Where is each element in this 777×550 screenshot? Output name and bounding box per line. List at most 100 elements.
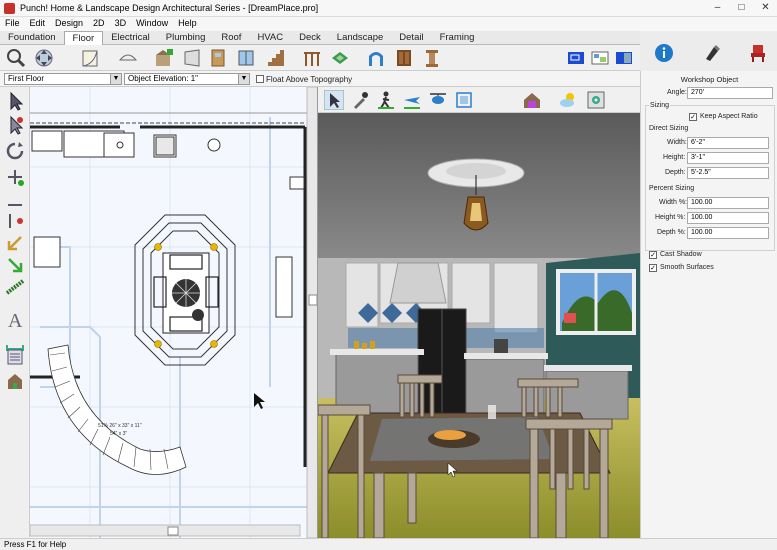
angle-field[interactable]: 270' xyxy=(687,87,773,99)
break-line-icon[interactable] xyxy=(5,211,25,231)
arch-opening-icon[interactable] xyxy=(366,48,386,68)
menu-2d[interactable]: 2D xyxy=(88,17,110,28)
svg-text:A: A xyxy=(8,310,23,329)
chevron-down-icon: ▼ xyxy=(110,74,121,84)
window-title: Punch! Home & Landscape Design Architect… xyxy=(20,3,319,13)
smooth-surfaces-checkbox[interactable]: ✓ xyxy=(649,264,657,272)
keep-aspect-ratio-label: Keep Aspect Ratio xyxy=(700,113,758,120)
split-view-icon[interactable] xyxy=(614,48,634,68)
resize-arrow-alt-icon[interactable] xyxy=(5,255,25,275)
app-icon xyxy=(4,3,15,14)
flooring-icon[interactable] xyxy=(330,48,350,68)
menu-window[interactable]: Window xyxy=(131,17,173,28)
house-render-icon[interactable] xyxy=(522,90,542,110)
plan-view-2d[interactable]: 51% 26" x 33" x 11" 54" x 3" xyxy=(30,87,318,538)
menu-bar: File Edit Design 2D 3D Window Help xyxy=(0,17,777,31)
chair-icon[interactable] xyxy=(748,43,768,63)
close-button[interactable]: ✕ xyxy=(758,2,773,14)
width-label: Width: xyxy=(667,139,687,146)
tab-roof[interactable]: Roof xyxy=(213,31,249,45)
magnifier-icon[interactable] xyxy=(6,48,26,68)
depth-percent-label: Depth %: xyxy=(657,229,686,236)
tab-foundation[interactable]: Foundation xyxy=(0,31,64,45)
tab-plumbing[interactable]: Plumbing xyxy=(158,31,214,45)
pen-tool-icon[interactable] xyxy=(702,43,722,63)
fly-through-icon[interactable] xyxy=(402,90,422,110)
render-settings-icon[interactable] xyxy=(586,90,606,110)
maximize-button[interactable]: □ xyxy=(734,2,749,14)
railing-icon[interactable] xyxy=(302,48,322,68)
status-bar: Press F1 for Help xyxy=(0,538,777,550)
height-percent-field[interactable]: 100.00 xyxy=(687,212,769,224)
tab-hvac[interactable]: HVAC xyxy=(249,31,291,45)
fence-tool-icon[interactable] xyxy=(5,277,25,297)
pan-icon[interactable] xyxy=(34,48,54,68)
height-percent-label: Height %: xyxy=(655,214,686,221)
select-arrow-icon[interactable] xyxy=(5,91,25,111)
properties-panel: Workshop Object Angle: 270' Sizing ✓ Kee… xyxy=(640,71,777,538)
view-3d[interactable] xyxy=(318,113,640,538)
window-arch-icon[interactable] xyxy=(118,48,138,68)
minimize-button[interactable]: – xyxy=(710,2,725,14)
tab-detail[interactable]: Detail xyxy=(391,31,431,45)
height-label: Height: xyxy=(663,154,686,161)
menu-help[interactable]: Help xyxy=(173,17,202,28)
door-icon[interactable] xyxy=(208,48,228,68)
door-swing-icon[interactable] xyxy=(80,48,100,68)
house-tool-icon[interactable] xyxy=(5,371,25,391)
cabinet-icon[interactable] xyxy=(394,48,414,68)
width-percent-label: Width %: xyxy=(659,199,688,206)
cast-shadow-checkbox[interactable]: ✓ xyxy=(649,251,657,259)
resize-arrow-icon[interactable] xyxy=(5,233,25,253)
object-elevation-label: Object Elevation: 1" xyxy=(128,74,198,83)
floor-plan-drawing: 51% 26" x 33" x 11" 54" x 3" xyxy=(30,87,317,538)
eyedropper-icon[interactable] xyxy=(350,90,370,110)
menu-edit[interactable]: Edit xyxy=(25,17,51,28)
select-arrow-3d-icon[interactable] xyxy=(324,90,344,110)
object-elevation-select[interactable]: Object Elevation: 1" ▼ xyxy=(124,73,250,85)
keep-aspect-ratio-checkbox[interactable]: ✓ xyxy=(689,113,697,121)
float-above-topography-checkbox[interactable] xyxy=(256,75,264,83)
info-icon[interactable] xyxy=(654,43,674,63)
rotate-icon[interactable] xyxy=(5,141,25,161)
stairs-icon[interactable] xyxy=(266,48,286,68)
direct-sizing-title: Direct Sizing xyxy=(649,125,689,132)
column-icon[interactable] xyxy=(422,48,442,68)
menu-3d[interactable]: 3D xyxy=(110,17,132,28)
tab-floor[interactable]: Floor xyxy=(63,31,104,45)
select-multi-icon[interactable] xyxy=(5,115,25,135)
layers-list-icon[interactable] xyxy=(5,347,25,367)
tab-landscape[interactable]: Landscape xyxy=(329,31,391,45)
blueprint-view-icon[interactable] xyxy=(566,48,586,68)
percent-sizing-title: Percent Sizing xyxy=(649,185,695,192)
chevron-down-icon: ▼ xyxy=(238,74,249,84)
tab-framing[interactable]: Framing xyxy=(432,31,483,45)
smooth-surfaces-label: Smooth Surfaces xyxy=(660,264,714,271)
plan-view-icon[interactable] xyxy=(590,48,610,68)
depth-label: Depth: xyxy=(665,169,686,176)
menu-design[interactable]: Design xyxy=(50,17,88,28)
panel-tab-area xyxy=(640,31,777,71)
status-text: Press F1 for Help xyxy=(4,540,67,549)
tab-deck[interactable]: Deck xyxy=(291,31,329,45)
floor-select[interactable]: First Floor ▼ xyxy=(4,73,122,85)
width-percent-field[interactable]: 100.00 xyxy=(687,197,769,209)
text-tool-icon[interactable]: A xyxy=(5,309,25,329)
floor-select-value: First Floor xyxy=(8,74,44,83)
properties-header: Workshop Object xyxy=(680,75,739,84)
width-field[interactable]: 6'-2" xyxy=(687,137,769,149)
helicopter-icon[interactable] xyxy=(428,90,448,110)
walk-through-icon[interactable] xyxy=(376,90,396,110)
menu-file[interactable]: File xyxy=(0,17,25,28)
orbit-icon[interactable] xyxy=(454,90,474,110)
height-field[interactable]: 3'-1" xyxy=(687,152,769,164)
add-room-icon[interactable] xyxy=(154,48,174,68)
sky-weather-icon[interactable] xyxy=(558,90,578,110)
tab-electrical[interactable]: Electrical xyxy=(103,31,158,45)
window-icon[interactable] xyxy=(236,48,256,68)
wall-panel-icon[interactable] xyxy=(182,48,202,68)
stair-dimension-label-2: 54" x 3" xyxy=(110,431,127,437)
add-point-icon[interactable] xyxy=(5,167,25,187)
depth-field[interactable]: 5'-2.5" xyxy=(687,167,769,179)
depth-percent-field[interactable]: 100.00 xyxy=(687,227,769,239)
